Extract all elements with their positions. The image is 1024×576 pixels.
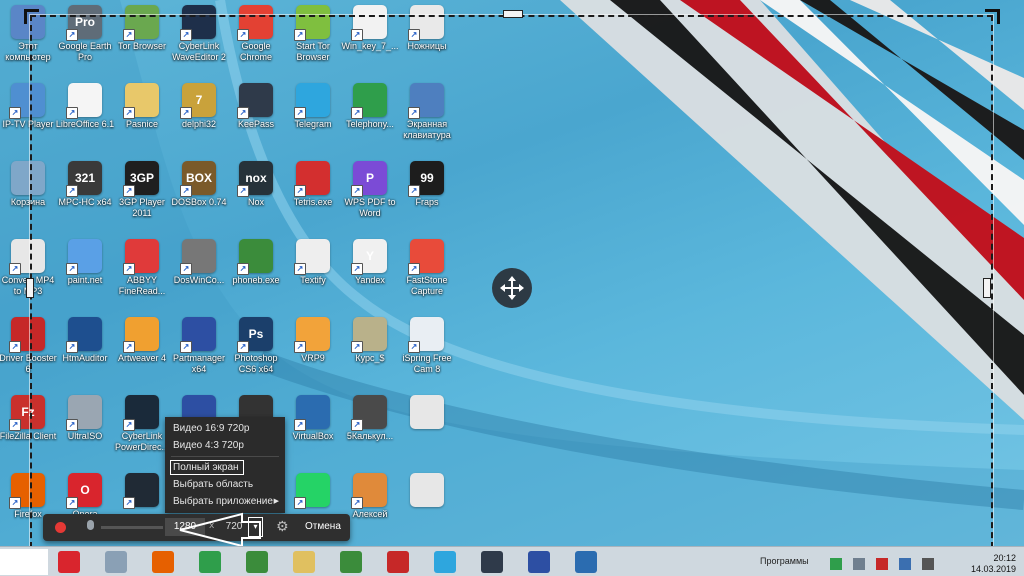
taskbar-app-icon[interactable] <box>293 551 315 573</box>
taskbar-app-icon[interactable] <box>481 551 503 573</box>
width-input[interactable]: 1280 <box>165 518 205 536</box>
chevron-down-icon: ▾ <box>253 522 258 531</box>
microphone-icon[interactable] <box>87 520 94 530</box>
menu-item-fullscreen[interactable]: Полный экран <box>169 459 245 476</box>
taskbar-app-icon[interactable] <box>575 551 597 573</box>
tray-icon[interactable] <box>922 558 935 570</box>
taskbar-app-icon[interactable] <box>528 551 550 573</box>
recording-toolbar: 1280 x 720 ▾ ⚙ Отмена <box>43 514 350 541</box>
menu-item-select-area[interactable]: Выбрать область <box>165 476 285 493</box>
mic-level-slider[interactable] <box>101 526 163 529</box>
menu-item-label: Полный экран <box>173 462 239 473</box>
clock-time: 20:12 <box>993 553 1016 563</box>
tray-icon[interactable] <box>830 558 842 570</box>
resize-handle-left[interactable] <box>26 278 34 298</box>
system-clock[interactable]: 20:12 14.03.2019 <box>971 553 1016 575</box>
menu-divider <box>171 456 279 457</box>
tray-icons <box>830 555 940 574</box>
menu-item-select-app[interactable]: Выбрать приложение ▶ <box>165 493 285 510</box>
menu-item-label: Видео 16:9 720p <box>173 423 250 434</box>
shortcut-arrow-icon: ↗ <box>9 419 21 431</box>
tray-icon[interactable] <box>899 558 912 570</box>
taskbar: Программы 20:12 14.03.2019 <box>0 546 1024 576</box>
taskbar-app-icon[interactable] <box>152 551 174 573</box>
taskbar-app-icon[interactable] <box>340 551 362 573</box>
shortcut-arrow-icon: ↗ <box>9 497 21 509</box>
tray-icon[interactable] <box>876 558 889 570</box>
preset-dropdown-button[interactable]: ▾ <box>248 517 263 537</box>
resize-handle-right[interactable] <box>983 278 991 298</box>
submenu-arrow-icon: ▶ <box>273 498 279 505</box>
tray-icon[interactable] <box>853 558 866 570</box>
resize-handle-top[interactable] <box>503 10 523 18</box>
capture-mode-menu: Видео 16:9 720p Видео 4:3 720p Полный эк… <box>165 417 285 513</box>
shortcut-arrow-icon: ↗ <box>9 107 21 119</box>
clock-date: 14.03.2019 <box>970 564 1016 574</box>
shortcut-arrow-icon: ↗ <box>9 263 21 275</box>
height-input[interactable]: 720 <box>219 518 249 536</box>
settings-gear-icon[interactable]: ⚙ <box>276 519 289 535</box>
record-button[interactable] <box>55 522 66 533</box>
resize-handle-top-right[interactable] <box>985 9 1000 24</box>
taskbar-app-icon[interactable] <box>58 551 80 573</box>
taskbar-app-icon[interactable] <box>105 551 127 573</box>
move-arrows-icon <box>500 276 524 300</box>
taskbar-app-icon[interactable] <box>434 551 456 573</box>
menu-item-video-16-9[interactable]: Видео 16:9 720p <box>165 420 285 437</box>
start-area[interactable] <box>0 549 48 575</box>
menu-item-label: Выбрать область <box>173 479 254 490</box>
desktop: Этот компьютер Pro ↗ Google Earth Pro ↗ Tor B… <box>0 0 1024 576</box>
tray-label: Программы <box>760 556 809 566</box>
taskbar-app-icon[interactable] <box>387 551 409 573</box>
menu-item-label: Выбрать приложение <box>173 496 273 507</box>
resize-handle-top-left[interactable] <box>24 9 39 24</box>
dimension-separator: x <box>209 521 215 531</box>
cancel-button[interactable]: Отмена <box>305 521 341 532</box>
taskbar-app-icon[interactable] <box>246 551 268 573</box>
move-handle[interactable] <box>492 268 532 308</box>
menu-item-video-4-3[interactable]: Видео 4:3 720p <box>165 437 285 454</box>
shortcut-arrow-icon: ↗ <box>9 341 21 353</box>
taskbar-app-icon[interactable] <box>199 551 221 573</box>
menu-item-label: Видео 4:3 720p <box>173 440 244 451</box>
